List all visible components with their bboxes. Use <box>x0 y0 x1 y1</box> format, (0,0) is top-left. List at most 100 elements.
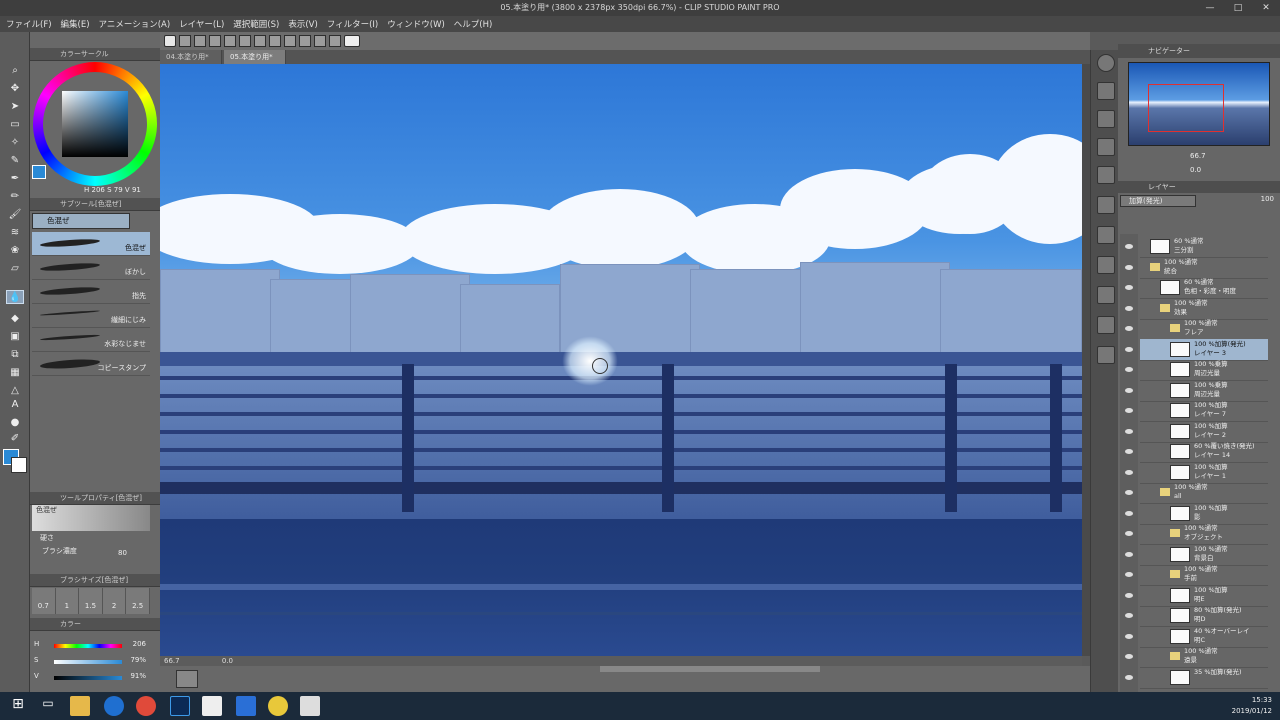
layer-row[interactable]: 60 %覆い焼き(発光) レイヤー 14 <box>1140 441 1268 463</box>
layer-row[interactable]: 100 %加算 レイヤー 7 <box>1140 400 1268 422</box>
horizontal-scrollbar[interactable] <box>600 666 820 672</box>
tab-document-05[interactable]: 05.本塗り用* <box>224 50 286 64</box>
vertical-scrollbar[interactable] <box>1082 64 1090 656</box>
task-view-icon[interactable]: ▭ <box>38 696 58 716</box>
eye-icon[interactable] <box>1125 593 1133 598</box>
layer-row[interactable]: 100 %加算(発光) レイヤー 3 <box>1140 339 1268 361</box>
menu-animation[interactable]: アニメーション(A) <box>99 18 171 30</box>
close-button[interactable]: ✕ <box>1252 0 1280 16</box>
material-icon[interactable] <box>1097 110 1115 128</box>
save-icon[interactable] <box>209 35 221 47</box>
deselect-icon[interactable] <box>299 35 311 47</box>
sub-color-swatch[interactable] <box>11 457 27 473</box>
layer-folder[interactable]: 100 %通常 オブジェクト <box>1140 523 1268 545</box>
material-icon[interactable] <box>1097 316 1115 334</box>
zoom-readout[interactable]: 66.7 <box>164 657 180 665</box>
blend-tool-icon[interactable]: 💧 <box>6 290 24 304</box>
transform-icon[interactable] <box>284 35 296 47</box>
brush-item[interactable]: ぼかし <box>32 256 150 280</box>
windows-start-icon[interactable]: ⊞ <box>8 696 28 716</box>
taskbar-clock[interactable]: 15:33 2019/01/12 <box>1232 695 1272 717</box>
eye-icon[interactable] <box>1125 552 1133 557</box>
zoom-tool-icon[interactable]: ⌕ <box>6 64 24 78</box>
redo-icon[interactable] <box>239 35 251 47</box>
eye-icon[interactable] <box>1125 470 1133 475</box>
sub-tool-group-tab[interactable]: 色混ぜ <box>32 213 130 229</box>
layer-opacity[interactable]: 100 <box>1200 195 1276 207</box>
frame-tool-icon[interactable]: ▦ <box>6 366 24 380</box>
material-icon[interactable] <box>1097 196 1115 214</box>
navigator-rotate[interactable]: 0.0 <box>1190 166 1201 174</box>
chrome-icon[interactable] <box>136 696 156 716</box>
eye-icon[interactable] <box>1125 306 1133 311</box>
balloon-tool-icon[interactable]: ● <box>6 416 24 430</box>
layer-row[interactable]: 100 %加算 明E <box>1140 585 1268 607</box>
material-icon[interactable] <box>1097 138 1115 156</box>
layer-row[interactable]: 100 %乗算 周辺光量 <box>1140 359 1268 381</box>
saturation-value-square[interactable] <box>62 91 128 157</box>
text-tool-icon[interactable]: A <box>6 398 24 412</box>
app-icon[interactable] <box>236 696 256 716</box>
clear-icon[interactable] <box>254 35 266 47</box>
layer-row[interactable]: 100 %加算 レイヤー 1 <box>1140 462 1268 484</box>
new-file-icon[interactable] <box>179 35 191 47</box>
eye-icon[interactable] <box>1125 675 1133 680</box>
layer-row[interactable]: 100 %乗算 周辺光量 <box>1140 380 1268 402</box>
hue-slider[interactable]: H 206 <box>34 640 150 652</box>
select-tool-icon[interactable]: ▭ <box>6 118 24 132</box>
fill-tool-icon[interactable]: ◆ <box>6 312 24 326</box>
undo-icon[interactable] <box>224 35 236 47</box>
brush-size-option[interactable]: 1.5 <box>79 588 103 614</box>
menu-help[interactable]: ヘルプ(H) <box>454 18 493 30</box>
canvas[interactable] <box>160 64 1082 656</box>
current-color-chip[interactable] <box>32 165 46 179</box>
pencil-tool-icon[interactable]: ✏ <box>6 190 24 204</box>
eye-icon[interactable] <box>1125 347 1133 352</box>
layer-row[interactable]: 35 %加算(発光) <box>1140 667 1268 689</box>
menu-filter[interactable]: フィルター(I) <box>327 18 378 30</box>
eraser-tool-icon[interactable]: ▱ <box>6 262 24 276</box>
menu-selection[interactable]: 選択範囲(S) <box>233 18 279 30</box>
tab-document-04[interactable]: 04.本塗り用* <box>160 50 222 64</box>
minimize-button[interactable]: — <box>1196 0 1224 16</box>
eye-icon[interactable] <box>1125 367 1133 372</box>
material-icon[interactable] <box>1097 226 1115 244</box>
layer-row[interactable]: 100 %加算影 <box>1140 503 1268 525</box>
material-icon[interactable] <box>1097 256 1115 274</box>
snap-ruler-icon[interactable] <box>314 35 326 47</box>
eye-icon[interactable] <box>1125 265 1133 270</box>
eye-icon[interactable] <box>1125 511 1133 516</box>
eye-icon[interactable] <box>1125 408 1133 413</box>
brush-item[interactable]: 繊細にじみ <box>32 304 150 328</box>
value-slider[interactable]: V 91% <box>34 672 150 684</box>
decoration-tool-icon[interactable]: ❀ <box>6 244 24 258</box>
brush-size-option[interactable]: 2 <box>103 588 127 614</box>
layer-row[interactable]: 60 %通常 色相・彩度・明度 <box>1140 277 1268 299</box>
eyedropper-icon[interactable]: ✎ <box>6 154 24 168</box>
material-icon[interactable] <box>1097 346 1115 364</box>
layer-row[interactable]: 40 %オーバーレイ 明C <box>1140 626 1268 648</box>
ruler-tool-icon[interactable]: △ <box>6 384 24 398</box>
gradient-tool-icon[interactable]: ▣ <box>6 330 24 344</box>
eye-icon[interactable] <box>1125 244 1133 249</box>
eye-icon[interactable] <box>1125 449 1133 454</box>
menu-layer[interactable]: レイヤー(L) <box>179 18 224 30</box>
menu-file[interactable]: ファイル(F) <box>6 18 52 30</box>
timeline-icon[interactable] <box>176 670 198 688</box>
eye-icon[interactable] <box>1125 634 1133 639</box>
material-icon[interactable] <box>1097 166 1115 184</box>
operation-tool-icon[interactable]: ➤ <box>6 100 24 114</box>
layer-folder[interactable]: 100 %通常 統合 <box>1140 257 1268 279</box>
navigator-viewport[interactable] <box>1148 84 1224 132</box>
correct-line-icon[interactable]: ✐ <box>6 432 24 446</box>
clip-studio-taskbar-icon[interactable] <box>202 696 222 716</box>
brush-size-option[interactable]: 1 <box>56 588 80 614</box>
material-icon[interactable] <box>1097 286 1115 304</box>
layer-folder[interactable]: 100 %通常 遠景 <box>1140 646 1268 668</box>
pen-tool-icon[interactable]: ✒ <box>6 172 24 186</box>
eye-icon[interactable] <box>1125 285 1133 290</box>
clip-studio-icon[interactable] <box>164 35 176 47</box>
airbrush-tool-icon[interactable]: ≋ <box>6 226 24 240</box>
search-icon[interactable] <box>1097 54 1115 72</box>
rotation-readout[interactable]: 0.0 <box>222 657 233 665</box>
